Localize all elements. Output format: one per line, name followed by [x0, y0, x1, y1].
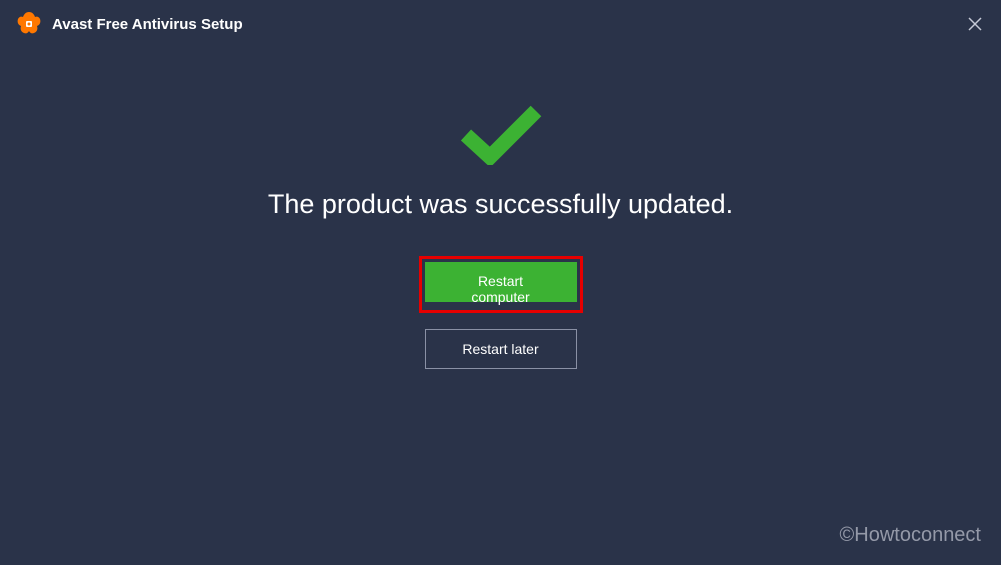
- button-container: Restart computer Restart later: [419, 256, 583, 369]
- restart-computer-button[interactable]: Restart computer: [425, 262, 577, 302]
- main-content: The product was successfully updated. Re…: [0, 48, 1001, 369]
- success-checkmark-icon: [460, 103, 542, 165]
- restart-later-button[interactable]: Restart later: [425, 329, 577, 369]
- close-icon: [967, 16, 983, 32]
- window-header: Avast Free Antivirus Setup: [0, 0, 1001, 48]
- success-message: The product was successfully updated.: [268, 189, 733, 220]
- app-title: Avast Free Antivirus Setup: [52, 16, 243, 33]
- close-button[interactable]: [965, 14, 985, 34]
- watermark-text: ©Howtoconnect: [840, 524, 981, 547]
- avast-logo-icon: [16, 11, 42, 37]
- header-left: Avast Free Antivirus Setup: [16, 11, 243, 37]
- tutorial-highlight: Restart computer: [419, 256, 583, 313]
